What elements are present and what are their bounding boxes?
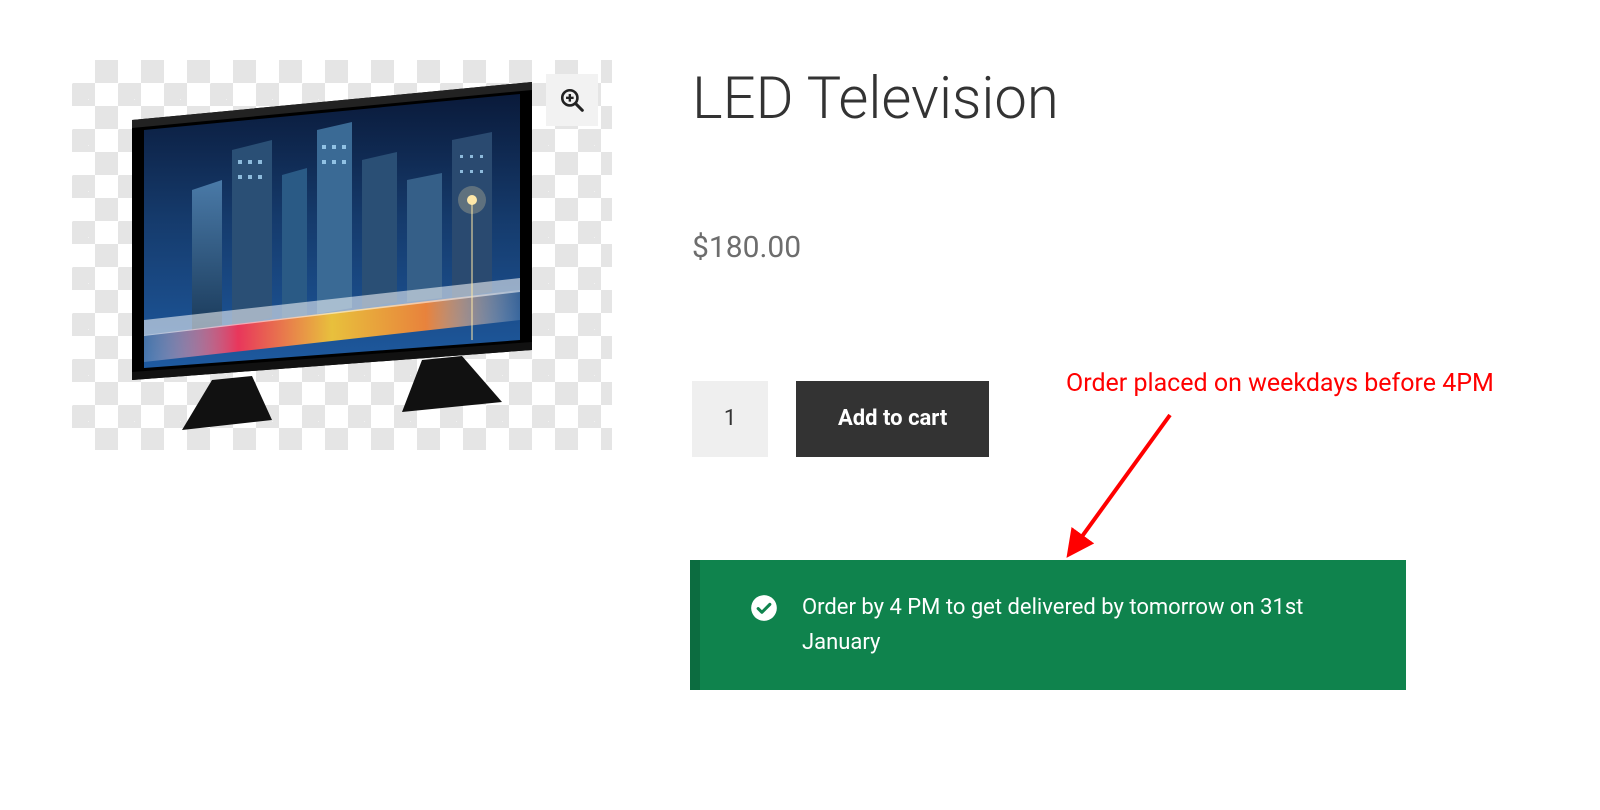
delivery-banner: Order by 4 PM to get delivered by tomorr… [690,560,1406,690]
quantity-input[interactable] [692,381,768,457]
currency-symbol: $ [692,230,709,265]
price-value: 180.00 [709,230,801,265]
product-image[interactable] [72,60,612,450]
zoom-in-icon [559,87,585,113]
product-title: LED Television [692,68,1452,132]
annotation-text: Order placed on weekdays before 4PM [1066,369,1494,398]
product-image-column [72,60,612,457]
delivery-message: Order by 4 PM to get delivered by tomorr… [802,590,1376,660]
product-price: $180.00 [692,230,1452,265]
zoom-button[interactable] [546,74,598,126]
tv-illustration [122,80,562,440]
add-to-cart-button[interactable]: Add to cart [796,381,989,457]
check-circle-icon [750,594,778,622]
